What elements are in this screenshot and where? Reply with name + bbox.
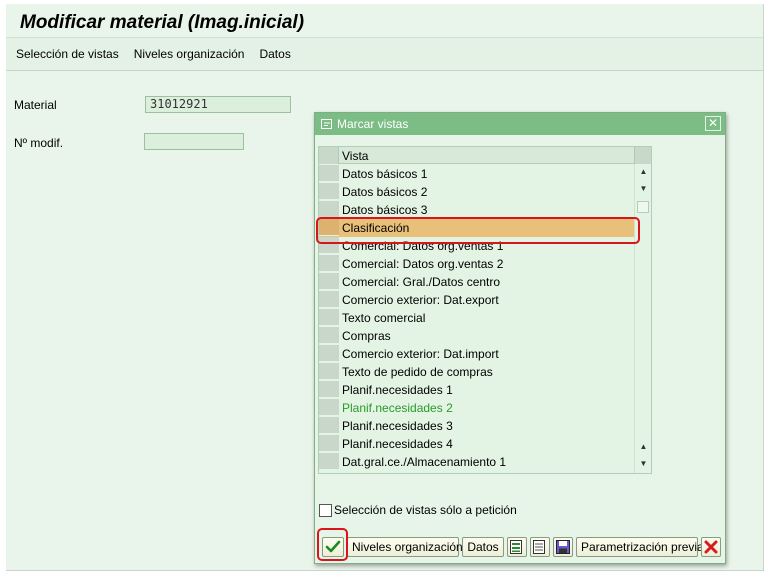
row-select-button[interactable] — [319, 345, 339, 362]
row-select-button[interactable] — [319, 453, 339, 470]
row-select-button[interactable] — [319, 255, 339, 272]
row-label: Datos básicos 2 — [342, 185, 428, 199]
table-row[interactable]: Planif.necesidades 1 — [319, 381, 635, 399]
row-label: Planif.necesidades 4 — [342, 437, 453, 451]
row-select-button[interactable] — [319, 201, 339, 218]
dialog-button-bar: Niveles organización Datos Parametrizaci… — [318, 533, 722, 561]
table-row[interactable]: Compras — [319, 327, 635, 345]
dialog-title: Marcar vistas — [337, 117, 409, 131]
nmodif-label: Nº modif. — [14, 136, 64, 150]
column-header-vista: Vista — [342, 149, 369, 163]
row-label: Compras — [342, 329, 391, 343]
vertical-scrollbar[interactable]: ▲ ▼ ▲ ▼ — [634, 164, 651, 473]
table-header: Vista — [319, 147, 651, 164]
table-row[interactable]: Planif.necesidades 4 — [319, 435, 635, 453]
scroll-page-up-icon[interactable]: ▲ — [638, 442, 649, 452]
table-row[interactable]: Planif.necesidades 3 — [319, 417, 635, 435]
row-select-button[interactable] — [319, 309, 339, 326]
row-label: Dat.gral.ce./Almacenamiento 1 — [342, 455, 507, 469]
material-field[interactable]: 31012921 — [145, 96, 291, 113]
cancel-icon — [704, 540, 718, 554]
page-title: Modificar material (Imag.inicial) — [20, 12, 305, 33]
row-label: Comercio exterior: Dat.import — [342, 347, 499, 361]
table-row[interactable]: Comercio exterior: Dat.export — [319, 291, 635, 309]
row-label: Texto de pedido de compras — [342, 365, 493, 379]
row-select-button[interactable] — [319, 381, 339, 398]
scroll-page-down-icon[interactable]: ▼ — [638, 184, 649, 194]
scroll-thumb[interactable] — [637, 201, 649, 213]
params-button[interactable]: Parametrización previa — [576, 537, 704, 557]
save-button[interactable] — [553, 537, 573, 557]
row-select-button[interactable] — [319, 291, 339, 308]
table-row[interactable]: Comercial: Datos org.ventas 2 — [319, 255, 635, 273]
column-settings-button[interactable] — [634, 147, 651, 164]
row-label: Comercial: Gral./Datos centro — [342, 275, 501, 289]
row-label: Comercio exterior: Dat.export — [342, 293, 499, 307]
deselect-all-button[interactable] — [530, 537, 550, 557]
row-select-button[interactable] — [319, 399, 339, 416]
select-all-button[interactable] — [507, 537, 527, 557]
table-row[interactable]: Planif.necesidades 2 — [319, 399, 635, 417]
menu-item-niveles-organizacion[interactable]: Niveles organización — [134, 47, 245, 61]
nmodif-field[interactable] — [144, 133, 244, 150]
menu-item-seleccion-vistas[interactable]: Selección de vistas — [16, 47, 119, 61]
row-select-button[interactable] — [319, 327, 339, 344]
menu-bar: Selección de vistas Niveles organización… — [6, 37, 763, 71]
selection-on-request-label: Selección de vistas sólo a petición — [334, 503, 517, 517]
row-label: Texto comercial — [342, 311, 426, 325]
table-row[interactable]: Dat.gral.ce./Almacenamiento 1 — [319, 453, 635, 471]
views-table: Vista Datos básicos 1 Datos básicos 2 Dato… — [318, 146, 652, 474]
deselect-all-icon — [533, 540, 545, 554]
selection-on-request-checkbox-row[interactable]: Selección de vistas sólo a petición — [319, 503, 517, 517]
table-row[interactable]: Comercio exterior: Dat.import — [319, 345, 635, 363]
table-row[interactable]: Comercial: Gral./Datos centro — [319, 273, 635, 291]
marcar-vistas-dialog: Marcar vistas ✕ Vista Datos básicos 1 Dat… — [314, 112, 726, 564]
save-icon — [556, 540, 570, 554]
highlight-annotation-box — [316, 217, 640, 244]
row-label: Comercial: Datos org.ventas 2 — [342, 257, 504, 271]
dialog-window-icon — [321, 119, 332, 129]
table-row[interactable]: Texto comercial — [319, 309, 635, 327]
row-label: Planif.necesidades 2 — [342, 401, 453, 415]
org-levels-button[interactable]: Niveles organización — [347, 537, 463, 557]
row-select-button[interactable] — [319, 165, 339, 182]
select-all-icon — [510, 540, 522, 554]
row-select-button[interactable] — [319, 363, 339, 380]
scroll-down-icon[interactable]: ▼ — [638, 459, 649, 469]
table-row[interactable]: Texto de pedido de compras — [319, 363, 635, 381]
row-select-button[interactable] — [319, 183, 339, 200]
menu-item-datos[interactable]: Datos — [259, 47, 290, 61]
row-label: Datos básicos 1 — [342, 167, 428, 181]
row-select-button[interactable] — [319, 435, 339, 452]
select-all-column-button[interactable] — [319, 147, 339, 164]
table-row[interactable]: Datos básicos 1 — [319, 165, 635, 183]
row-label: Datos básicos 3 — [342, 203, 428, 217]
dialog-title-bar: Marcar vistas — [315, 113, 725, 135]
table-row[interactable]: Datos básicos 2 — [319, 183, 635, 201]
data-button[interactable]: Datos — [462, 537, 504, 557]
row-select-button[interactable] — [319, 417, 339, 434]
confirm-annotation-box — [317, 528, 348, 561]
material-label: Material — [14, 98, 57, 112]
row-label: Planif.necesidades 3 — [342, 419, 453, 433]
row-select-button[interactable] — [319, 273, 339, 290]
selection-on-request-checkbox[interactable] — [319, 503, 332, 517]
scroll-up-icon[interactable]: ▲ — [638, 167, 649, 177]
cancel-button[interactable] — [701, 537, 721, 557]
row-label: Planif.necesidades 1 — [342, 383, 453, 397]
close-icon[interactable]: ✕ — [705, 116, 721, 131]
